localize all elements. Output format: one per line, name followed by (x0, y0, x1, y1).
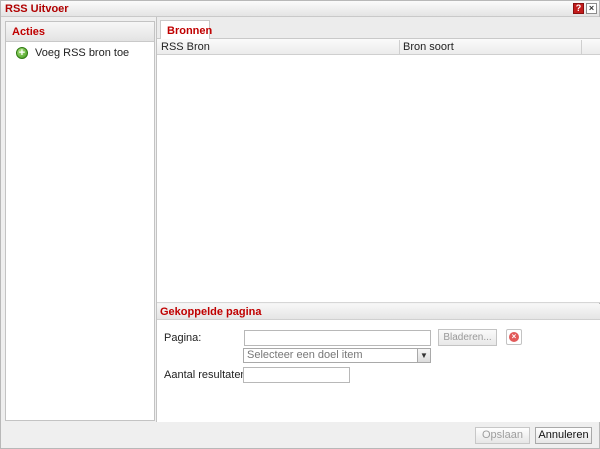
actions-panel: Acties + Voeg RSS bron toe (5, 21, 155, 421)
plus-circle-icon: + (16, 47, 28, 59)
chevron-down-icon[interactable]: ▼ (417, 349, 430, 362)
target-item-select[interactable]: Selecteer een doel item ▼ (243, 348, 431, 363)
tab-strip: Bronnen (157, 17, 600, 40)
linked-page-header: Gekoppelde pagina (157, 304, 600, 320)
results-count-input[interactable] (243, 367, 350, 383)
column-divider[interactable] (399, 40, 400, 54)
tab-bronnen[interactable]: Bronnen (160, 20, 212, 40)
page-input[interactable] (244, 330, 431, 346)
column-divider[interactable] (581, 40, 582, 54)
results-count-label: Aantal resultaten: (164, 369, 250, 381)
clear-icon[interactable]: × (506, 329, 522, 345)
browse-button[interactable]: Bladeren... (438, 329, 497, 346)
title-bar: RSS Uitvoer ? × (1, 1, 599, 17)
actions-header: Acties (6, 22, 154, 42)
page-label: Pagina: (164, 332, 202, 344)
save-button[interactable]: Opslaan (475, 427, 530, 444)
help-icon[interactable]: ? (573, 3, 584, 14)
target-item-select-value: Selecteer een doel item (247, 349, 363, 361)
main-panel: Bronnen RSS Bron Bron soort Gekoppelde p… (156, 17, 600, 422)
window-title: RSS Uitvoer (5, 3, 69, 15)
cancel-button[interactable]: Annuleren (535, 427, 592, 444)
add-rss-source-button[interactable]: + Voeg RSS bron toe (11, 44, 151, 62)
grid-header: RSS Bron Bron soort (157, 39, 600, 55)
linked-page-section: Gekoppelde pagina Pagina: Bladeren... × … (157, 304, 600, 422)
add-rss-source-label: Voeg RSS bron toe (35, 47, 130, 59)
column-bron-soort[interactable]: Bron soort (403, 41, 454, 53)
close-icon[interactable]: × (586, 3, 597, 14)
rss-output-dialog: RSS Uitvoer ? × Acties + Voeg RSS bron t… (0, 0, 600, 449)
sources-grid: RSS Bron Bron soort (157, 39, 600, 303)
column-rss-bron[interactable]: RSS Bron (161, 41, 210, 53)
